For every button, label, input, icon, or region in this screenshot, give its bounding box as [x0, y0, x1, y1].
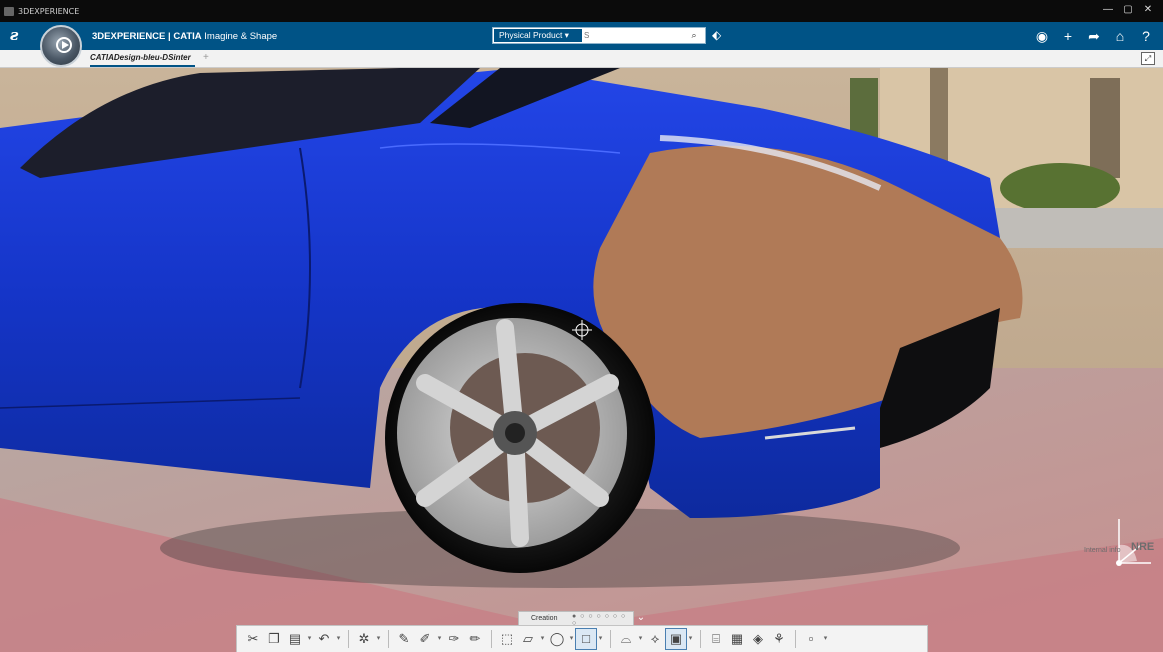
box-icon[interactable]: ⬚	[497, 629, 517, 649]
surface-icon[interactable]: ⌓	[616, 629, 636, 649]
brand-strong: CATIA	[173, 31, 202, 42]
patch-dropdown-icon[interactable]: ▾	[687, 629, 694, 649]
brand-suffix: Imagine & Shape	[201, 31, 278, 42]
minimize-button[interactable]: —	[1099, 3, 1117, 16]
sphere-icon[interactable]: ◯	[547, 629, 567, 649]
recycle-dropdown-icon[interactable]: ▾	[375, 629, 382, 649]
undo-dropdown-icon[interactable]: ▾	[335, 629, 342, 649]
pencil-icon[interactable]: ✏	[465, 629, 485, 649]
internal-info-label: Internal info	[1084, 547, 1121, 554]
cut-icon[interactable]: ✂	[243, 629, 263, 649]
add-tab-button[interactable]: +	[203, 52, 209, 63]
brush-icon[interactable]: ✐	[415, 629, 435, 649]
undo-icon[interactable]: ↶	[314, 629, 334, 649]
chevron-down-icon[interactable]: ⌄	[635, 612, 647, 624]
paste-dropdown-icon[interactable]: ▾	[306, 629, 313, 649]
search-scope-dropdown[interactable]: Physical Product ▾	[494, 29, 582, 42]
copy-icon[interactable]: ❐	[264, 629, 284, 649]
separator	[348, 630, 349, 648]
maximize-button[interactable]: ▢	[1119, 3, 1137, 16]
search-box: Physical Product ▾ ⌕	[492, 27, 706, 44]
help-icon[interactable]: ?	[1137, 26, 1155, 46]
nre-watermark: NRE	[1131, 541, 1155, 553]
square-icon[interactable]: □	[575, 628, 597, 650]
close-window-button[interactable]: ✕	[1139, 3, 1157, 16]
app-title: 3DEXPERIENCE | CATIA Imagine & Shape	[92, 31, 277, 42]
os-title-bar: 3DEXPERIENCE — ▢ ✕	[0, 0, 1163, 22]
search-icon[interactable]: ⌕	[686, 29, 702, 42]
wire-icon[interactable]: ⌸	[706, 629, 726, 649]
scene-render	[0, 68, 1163, 652]
separator	[795, 630, 796, 648]
app-icon	[4, 7, 14, 16]
hedge	[1000, 163, 1120, 213]
hub-center	[505, 423, 525, 443]
plane-icon[interactable]: ▱	[518, 629, 538, 649]
point-dropdown-icon[interactable]: ▾	[822, 629, 829, 649]
maximize-viewport-icon[interactable]: ⤢	[1141, 52, 1155, 65]
shell-icon[interactable]: ◈	[748, 629, 768, 649]
search-input[interactable]	[584, 29, 684, 42]
share-icon[interactable]: ➦	[1085, 26, 1103, 46]
tag-icon[interactable]: ⬖	[712, 28, 721, 42]
action-bar: ✂ ❐ ▤ ▾ ↶ ▾ ✲ ▾ ✎ ✐ ▾ ✑ ✏ ⬚ ▱ ▾ ◯ ▾ □ ▾ …	[236, 625, 928, 652]
pen-icon[interactable]: ✎	[394, 629, 414, 649]
grid-icon[interactable]: ⟡	[645, 629, 665, 649]
sidewalk	[990, 208, 1163, 248]
plane-dropdown-icon[interactable]: ▾	[539, 629, 546, 649]
os-window-title: 3DEXPERIENCE	[18, 7, 80, 16]
separator	[610, 630, 611, 648]
pillar	[1090, 78, 1120, 178]
3d-viewport[interactable]	[0, 68, 1163, 652]
play-icon	[56, 37, 72, 53]
link-icon[interactable]: ⚘	[769, 629, 789, 649]
surface-dropdown-icon[interactable]: ▾	[637, 629, 644, 649]
ds-logo-icon: ƨ	[10, 26, 19, 44]
section-tab-creation[interactable]: Creation ● ○ ○ ○ ○ ○ ○ ○	[518, 611, 634, 627]
tab-active-document[interactable]: CATIADesign-bleu-DSinter	[90, 53, 191, 62]
brand-prefix: 3DEXPERIENCE |	[92, 31, 174, 42]
separator	[388, 630, 389, 648]
tab-underline	[90, 65, 195, 67]
separator	[491, 630, 492, 648]
top-right-icons: ◉ + ➦ ⌂ ?	[1033, 26, 1155, 46]
brush-dropdown-icon[interactable]: ▾	[436, 629, 443, 649]
plus-icon[interactable]: +	[1059, 26, 1077, 46]
point-icon[interactable]: ▫	[801, 629, 821, 649]
top-bar: ƨ 3DEXPERIENCE | CATIA Imagine & Shape P…	[0, 22, 1163, 50]
recycle-icon[interactable]: ✲	[354, 629, 374, 649]
curve-icon[interactable]: ✑	[444, 629, 464, 649]
mesh-icon[interactable]: ▦	[727, 629, 747, 649]
square-dropdown-icon[interactable]: ▾	[597, 629, 604, 649]
separator	[700, 630, 701, 648]
home-icon[interactable]: ⌂	[1111, 26, 1129, 46]
tab-bar: CATIADesign-bleu-DSinter + ⤢	[0, 50, 1163, 68]
section-label: Creation	[531, 615, 558, 622]
user-icon[interactable]: ◉	[1033, 26, 1051, 46]
patch-icon[interactable]: ▣	[665, 628, 687, 650]
paste-icon[interactable]: ▤	[285, 629, 305, 649]
compass-button[interactable]	[40, 25, 82, 67]
sphere-dropdown-icon[interactable]: ▾	[568, 629, 575, 649]
